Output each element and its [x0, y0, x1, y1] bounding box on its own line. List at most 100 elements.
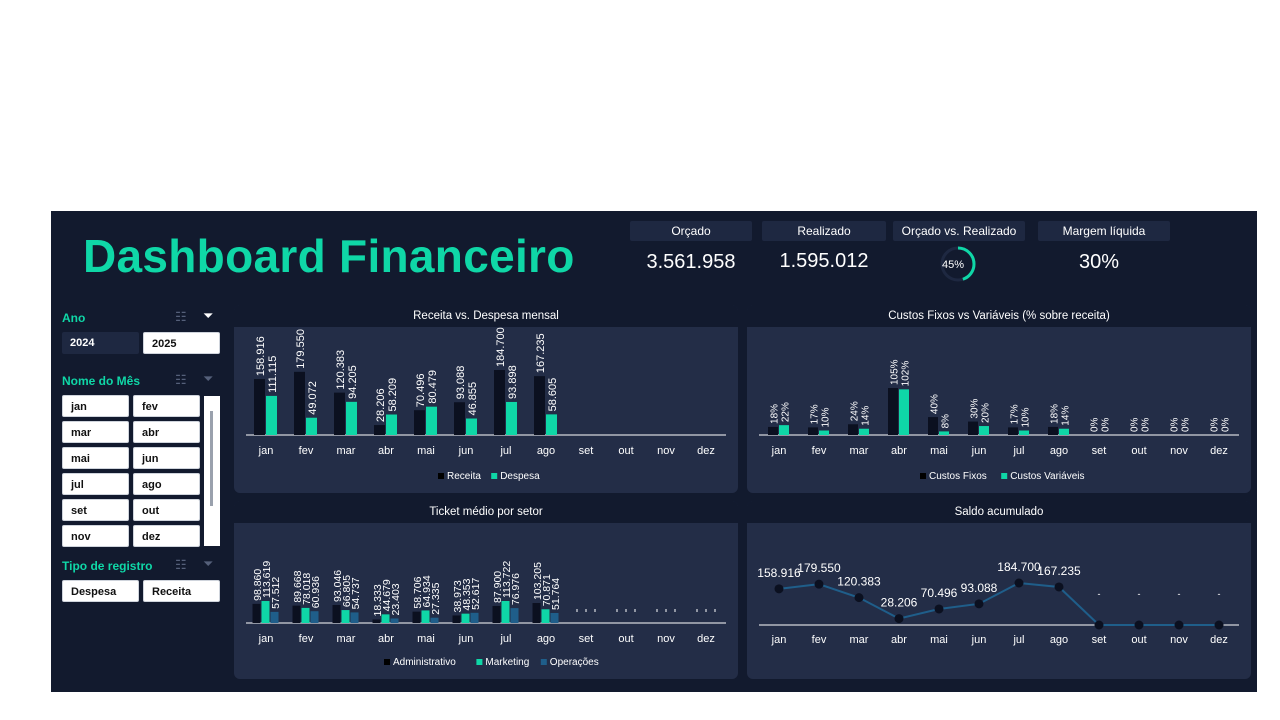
chart-ticket: jan fev mar abr mai jun jul ago set out nov dez98.8… — [246, 561, 726, 668]
clear-filter-icon[interactable]: ⏷ — [203, 371, 213, 387]
bar-custos-fixos — [1048, 426, 1058, 435]
bar-administrativo — [332, 604, 341, 623]
data-label: 30% — [970, 398, 981, 418]
slicer-item-abr[interactable]: abr — [133, 421, 200, 443]
data-label: 93.088 — [961, 581, 998, 595]
bar-marketing — [501, 601, 510, 623]
slicer-item-despesa[interactable]: Despesa — [62, 580, 139, 602]
slicer-item-jan[interactable]: jan — [62, 395, 129, 417]
data-label: 58.209 — [387, 378, 399, 412]
data-label: 111.115 — [267, 356, 279, 393]
kpi-orcado-vs-realizado-value: 45% — [942, 259, 964, 271]
line-point — [774, 584, 784, 594]
slicer-item-jul[interactable]: jul — [62, 473, 129, 495]
data-label: 184.700 — [495, 327, 507, 367]
line-point — [1214, 620, 1224, 630]
legend-swatch — [491, 473, 498, 479]
slicer-scrollbar[interactable] — [204, 396, 220, 546]
slicer-mes-title: Nome do Mês — [62, 374, 141, 388]
bar-receita — [374, 425, 385, 435]
slicer-item-nov[interactable]: nov — [62, 525, 129, 547]
slicer-item-mar[interactable]: mar — [62, 421, 129, 443]
data-label: 23.403 — [390, 583, 402, 615]
slicer-item-2024[interactable]: 2024 — [62, 332, 139, 354]
data-label: 20% — [981, 403, 992, 423]
slicer-item-receita[interactable]: Receita — [143, 580, 220, 602]
slicer-item-fev[interactable]: fev — [133, 395, 200, 417]
slicer-item-ago[interactable]: ago — [133, 473, 200, 495]
legend-swatch — [438, 473, 444, 479]
data-label: 10% — [821, 407, 832, 427]
x-tick-label: abr — [378, 633, 394, 645]
bar-marketing — [301, 607, 310, 623]
bar-operações — [310, 611, 319, 623]
panel-custos: Custos Fixos vs Variáveis (% sobre recei… — [747, 305, 1251, 493]
line-point — [1014, 578, 1024, 588]
x-tick-label: mai — [417, 633, 435, 645]
dashboard-canvas: Dashboard Financeiro Orçado 3.561.958 Re… — [51, 211, 1257, 692]
bar-despesa — [306, 417, 317, 435]
x-tick-label: ago — [537, 445, 555, 457]
clear-filter-icon[interactable]: ⏷ — [203, 308, 213, 324]
data-label: 0% — [1101, 417, 1112, 432]
bar-custos-variáveis — [939, 431, 949, 435]
data-label: 24% — [850, 401, 861, 421]
chart-title: Receita vs. Despesa mensal — [234, 305, 738, 327]
data-label: - — [1098, 589, 1101, 599]
bar-administrativo — [532, 603, 541, 623]
line-point — [974, 599, 984, 609]
data-label: 70.496 — [921, 586, 958, 600]
multi-select-icon[interactable]: ☷ — [175, 309, 187, 325]
data-label: 167.235 — [535, 333, 547, 373]
data-label: 184.700 — [997, 560, 1041, 574]
multi-select-icon[interactable]: ☷ — [175, 557, 187, 573]
line-point — [1174, 620, 1184, 630]
slicer-ano-title: Ano — [62, 311, 86, 325]
bar-marketing — [461, 613, 470, 623]
line-point — [1054, 582, 1064, 592]
data-label: 58.605 — [547, 378, 559, 412]
data-label: 158.916 — [255, 336, 267, 376]
bar-custos-fixos — [928, 417, 938, 435]
legend-swatch — [1001, 473, 1008, 479]
multi-select-icon[interactable]: ☷ — [175, 372, 187, 388]
data-label: 46.855 — [467, 382, 479, 416]
data-label: 70.496 — [415, 374, 427, 408]
scrollbar-thumb[interactable] — [210, 411, 213, 506]
line-point — [1094, 620, 1104, 630]
x-tick-label: set — [1092, 634, 1107, 646]
slicer-item-out[interactable]: out — [133, 499, 200, 521]
bar-custos-variáveis — [899, 389, 909, 435]
bar-receita — [534, 376, 545, 435]
data-label: 120.383 — [837, 575, 881, 589]
x-tick-label: jul — [1012, 445, 1024, 457]
slicer-item-jun[interactable]: jun — [133, 447, 200, 469]
bar-marketing — [421, 610, 430, 623]
x-tick-label: ago — [1050, 634, 1068, 646]
data-label: 17% — [810, 404, 821, 424]
legend-label: Administrativo — [393, 657, 456, 668]
x-tick-label: fev — [812, 634, 827, 646]
chart-custos: jan fev mar abr mai jun jul ago set out nov dez18% 1… — [759, 359, 1239, 482]
bar-custos-fixos — [968, 421, 978, 435]
x-tick-label: out — [1131, 634, 1146, 646]
slicer-item-mai[interactable]: mai — [62, 447, 129, 469]
slicer-item-dez[interactable]: dez — [133, 525, 200, 547]
clear-filter-icon[interactable]: ⏷ — [203, 556, 213, 572]
bar-receita — [294, 371, 305, 435]
data-label: 120.383 — [335, 350, 347, 390]
x-tick-label: dez — [697, 445, 715, 457]
data-label: 105% — [890, 359, 901, 385]
x-tick-label: dez — [1210, 634, 1228, 646]
bar-administrativo — [412, 611, 421, 623]
x-tick-label: fev — [812, 445, 827, 457]
slicer-item-set[interactable]: set — [62, 499, 129, 521]
x-tick-label: jan — [258, 633, 274, 645]
data-label: - — [1178, 589, 1181, 599]
page-title: Dashboard Financeiro — [83, 230, 575, 282]
data-label: 60.936 — [310, 576, 322, 608]
bar-receita — [494, 370, 505, 435]
bar-custos-fixos — [1008, 427, 1018, 435]
slicer-item-2025[interactable]: 2025 — [143, 332, 220, 354]
bar-operações — [470, 612, 479, 623]
